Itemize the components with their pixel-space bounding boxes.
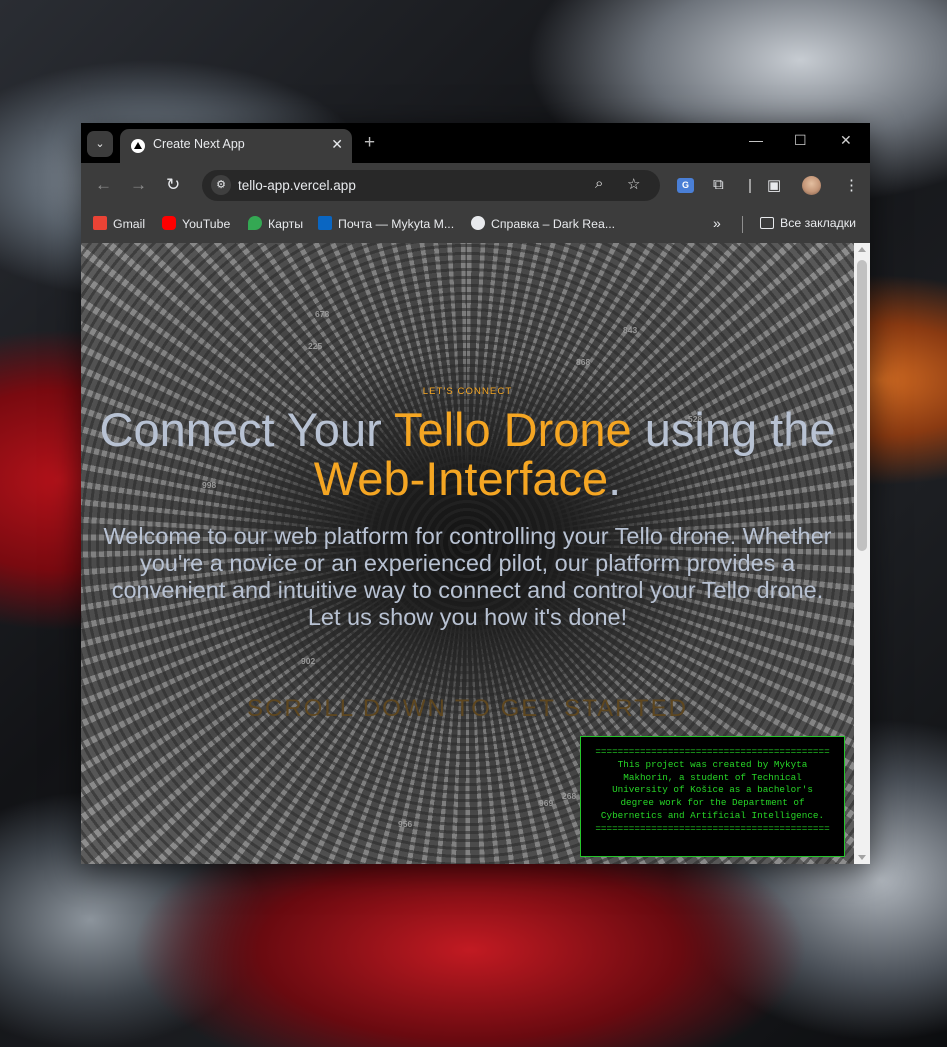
maximize-button[interactable]: ☐	[794, 132, 807, 149]
browser-window: ⌄ Create Next App ✕ + — ☐ ✕ ← → ↻ ⚙ tell…	[81, 123, 870, 864]
maps-pin-icon	[248, 216, 262, 230]
background-number: 268	[562, 791, 577, 801]
background-number: 956	[398, 819, 413, 829]
tab-close-icon[interactable]: ✕	[331, 136, 343, 153]
new-tab-button[interactable]: +	[364, 132, 375, 154]
gmail-icon	[93, 216, 107, 230]
outlook-icon	[318, 216, 332, 230]
nextjs-favicon-icon	[131, 139, 145, 153]
scroll-down-prompt[interactable]: SCROLL DOWN TO GET STARTED	[81, 695, 854, 723]
folder-icon	[760, 217, 774, 229]
bookmarks-separator	[742, 216, 743, 233]
back-button[interactable]: ←	[95, 175, 112, 195]
extensions-icon[interactable]: ⧉	[713, 176, 724, 193]
tab-title: Create Next App	[153, 137, 245, 151]
all-bookmarks-folder[interactable]: Все закладки	[760, 216, 856, 230]
url-text[interactable]: tello-app.vercel.app	[238, 178, 356, 193]
vertical-scrollbar[interactable]	[854, 243, 870, 864]
profile-avatar[interactable]	[802, 176, 821, 195]
background-number: 969	[539, 798, 554, 808]
tab-strip: ⌄ Create Next App ✕ + — ☐ ✕	[81, 123, 870, 163]
scroll-down-arrow-icon[interactable]	[858, 855, 866, 860]
browser-toolbar: ← → ↻ ⚙ tello-app.vercel.app ⌕ ☆ G ⧉ ▣ ⋮	[81, 163, 870, 207]
headline-highlight: Tello Drone	[393, 403, 632, 456]
bookmark-outlook[interactable]: Почта — Mykyta M...	[318, 216, 454, 231]
terminal-rule-top: ========================================…	[595, 746, 830, 757]
minimize-button[interactable]: —	[749, 132, 763, 148]
active-tab[interactable]: Create Next App ✕	[120, 129, 352, 163]
bookmarks-bar: Gmail YouTube Карты Почта — Mykyta M... …	[81, 207, 870, 243]
translate-icon[interactable]: G	[677, 178, 694, 193]
scroll-up-arrow-icon[interactable]	[858, 247, 866, 252]
background-number: 868	[576, 357, 591, 367]
forward-button[interactable]: →	[130, 175, 147, 195]
page-viewport: 678 843 225 868 528 998 902 268 969 956 …	[81, 243, 854, 864]
terminal-rule-bottom: ========================================…	[595, 822, 830, 834]
reload-button[interactable]: ↻	[166, 175, 180, 195]
more-bookmarks-button[interactable]: »	[713, 215, 721, 231]
site-info-icon[interactable]: ⚙	[211, 175, 231, 195]
bookmark-dark-reader[interactable]: Справка – Dark Rea...	[471, 216, 615, 231]
close-window-button[interactable]: ✕	[840, 132, 852, 149]
background-number: 843	[623, 325, 638, 335]
background-number: 225	[308, 341, 323, 351]
credits-terminal-box: ========================================…	[580, 736, 845, 857]
youtube-icon	[162, 216, 176, 230]
menu-icon[interactable]: ⋮	[844, 176, 859, 194]
terminal-text: This project was created by Mykyta Makho…	[600, 758, 825, 821]
tab-search-button[interactable]: ⌄	[87, 131, 113, 157]
bookmark-gmail[interactable]: Gmail	[93, 216, 145, 231]
zoom-icon[interactable]: ⌕	[595, 175, 603, 192]
bookmark-youtube[interactable]: YouTube	[162, 216, 230, 231]
bookmark-star-icon[interactable]: ☆	[627, 175, 640, 193]
background-number: 678	[315, 309, 330, 319]
headline-highlight: Web-Interface	[313, 452, 609, 505]
dark-reader-icon	[471, 216, 485, 230]
bookmark-maps[interactable]: Карты	[248, 216, 303, 231]
toolbar-separator	[749, 179, 751, 193]
scrollbar-thumb[interactable]	[857, 260, 867, 551]
intro-paragraph: Welcome to our web platform for controll…	[103, 523, 832, 630]
address-bar[interactable]: ⚙ tello-app.vercel.app ⌕ ☆	[202, 170, 660, 201]
section-eyebrow: LET'S CONNECT	[422, 386, 513, 397]
side-panel-icon[interactable]: ▣	[767, 176, 781, 194]
background-number: 902	[301, 656, 316, 666]
page-headline: Connect Your Tello Drone using the Web-I…	[99, 403, 836, 505]
